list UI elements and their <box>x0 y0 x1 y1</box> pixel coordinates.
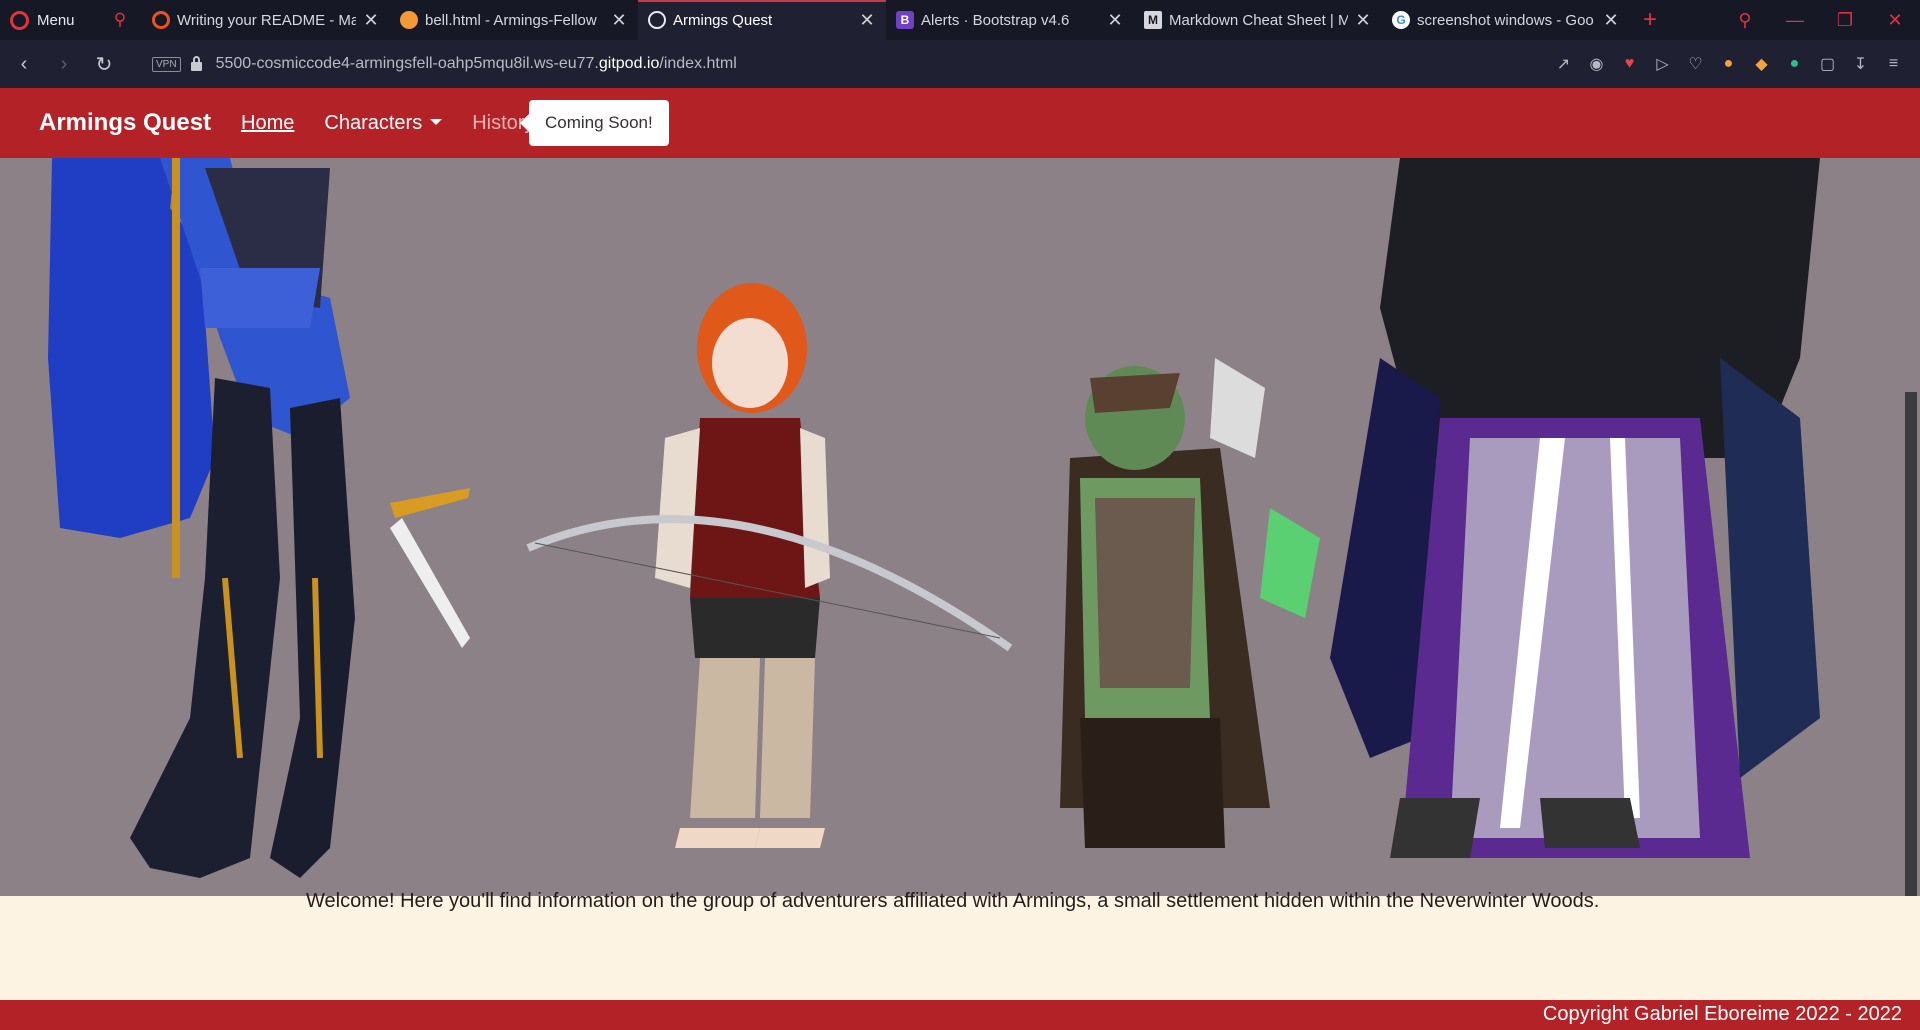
url-domain: gitpod.io <box>598 55 660 72</box>
url-field[interactable]: 5500-cosmiccode4-armingsfell-oahp5mqu8il… <box>216 55 737 73</box>
tab-title: Writing your README - Ma <box>177 11 356 29</box>
opera-icon <box>152 11 170 29</box>
tab-markdown-cheatsheet[interactable]: M Markdown Cheat Sheet | M ✕ <box>1134 0 1382 40</box>
opera-menu-button[interactable]: Menu <box>0 0 98 40</box>
restore-icon[interactable]: ❐ <box>1820 10 1870 31</box>
tab-writing-readme[interactable]: Writing your README - Ma ✕ <box>142 0 390 40</box>
gitpod-extension-icon[interactable]: ◆ <box>1745 54 1778 74</box>
tab-google-search[interactable]: G screenshot windows - Goo ✕ <box>1382 0 1630 40</box>
close-icon[interactable]: ✕ <box>858 10 876 31</box>
carousel-scrollbar[interactable] <box>1902 392 1920 896</box>
nav-characters-dropdown[interactable]: Characters <box>324 111 443 135</box>
close-icon[interactable]: ✕ <box>1354 10 1372 31</box>
bootstrap-icon: B <box>896 11 914 29</box>
close-icon[interactable]: ✕ <box>362 10 380 31</box>
tab-bootstrap-alerts[interactable]: B Alerts · Bootstrap v4.6 ✕ <box>886 0 1134 40</box>
close-window-icon[interactable]: ✕ <box>1870 10 1920 31</box>
knight-figure <box>48 158 470 878</box>
adblock-shield-icon[interactable]: ♥ <box>1613 55 1646 73</box>
markdown-icon: M <box>1144 11 1162 29</box>
hero-illustration <box>0 158 1920 896</box>
menu-label: Menu <box>37 11 75 29</box>
camera-icon[interactable]: ◉ <box>1580 54 1613 74</box>
robed-figure <box>1330 158 1820 858</box>
adventurers-illustration <box>48 158 1820 878</box>
nav-home-link[interactable]: Home <box>241 112 294 135</box>
close-icon[interactable]: ✕ <box>610 10 628 31</box>
tab-title: screenshot windows - Goo <box>1417 11 1594 29</box>
brand-link[interactable]: Armings Quest <box>39 109 211 137</box>
browser-extensions: ↗ ◉ ♥ ▷ ♡ ● ◆ ● ▢ ↧ ≡ <box>1547 40 1910 88</box>
vpn-badge[interactable]: VPN <box>152 56 181 72</box>
coming-soon-tooltip: Coming Soon! <box>520 100 669 146</box>
url-path: /index.html <box>659 55 737 72</box>
tab-title: Alerts · Bootstrap v4.6 <box>921 11 1070 29</box>
archer-figure <box>526 283 1013 848</box>
lock-icon[interactable] <box>190 55 202 71</box>
reload-icon[interactable]: ↻ <box>84 52 124 77</box>
close-icon[interactable]: ✕ <box>1602 10 1620 31</box>
download-icon[interactable]: ↧ <box>1844 54 1877 74</box>
grammarly-icon[interactable]: ● <box>1778 55 1811 73</box>
gx-control-icon[interactable]: ⚲ <box>98 0 142 40</box>
back-icon[interactable]: ‹ <box>4 53 44 76</box>
tab-title: bell.html - Armings-Fellow <box>425 11 597 29</box>
tab-title: Armings Quest <box>673 11 773 29</box>
site-navbar: Armings Quest Home Characters History Co… <box>0 88 1920 158</box>
tab-armings-quest[interactable]: Armings Quest ✕ <box>638 0 886 40</box>
gitpod-icon <box>400 11 418 29</box>
nav-characters-label: Characters <box>324 111 423 134</box>
extensions-cube-icon[interactable]: ▢ <box>1811 54 1844 74</box>
welcome-text: Welcome! Here you'll find information on… <box>306 890 1600 912</box>
caret-down-icon <box>430 118 443 125</box>
easy-setup-icon[interactable]: ≡ <box>1877 55 1910 73</box>
extension-b-icon[interactable]: ● <box>1712 55 1745 73</box>
minimize-icon[interactable]: — <box>1770 10 1820 31</box>
url-prefix: 5500-cosmiccode4-armingsfell-oahp5mqu8il… <box>215 55 599 72</box>
heart-icon[interactable]: ♡ <box>1679 54 1712 74</box>
close-icon[interactable]: ✕ <box>1106 10 1124 31</box>
globe-icon <box>648 11 666 29</box>
new-tab-button[interactable]: + <box>1630 6 1670 34</box>
tab-bell-html[interactable]: bell.html - Armings-Fellow ✕ <box>390 0 638 40</box>
browser-tab-bar: Menu ⚲ Writing your README - Ma ✕ bell.h… <box>0 0 1920 40</box>
site-footer: Copyright Gabriel Eboreime 2022 - 2022 <box>0 1000 1920 1030</box>
opera-logo-icon <box>10 10 29 30</box>
google-icon: G <box>1392 11 1410 29</box>
send-icon[interactable]: ▷ <box>1646 54 1679 74</box>
forward-icon[interactable]: › <box>44 53 84 76</box>
search-tabs-icon[interactable]: ⚲ <box>1720 10 1770 31</box>
copyright-text: Copyright Gabriel Eboreime 2022 - 2022 <box>1542 1003 1902 1025</box>
goblin-figure <box>1060 358 1320 848</box>
page-content: Armings Quest Home Characters History Co… <box>0 88 1920 1030</box>
window-controls: ⚲ — ❐ ✕ <box>1720 0 1920 40</box>
share-icon[interactable]: ↗ <box>1547 54 1580 74</box>
tab-title: Markdown Cheat Sheet | M <box>1169 11 1348 29</box>
